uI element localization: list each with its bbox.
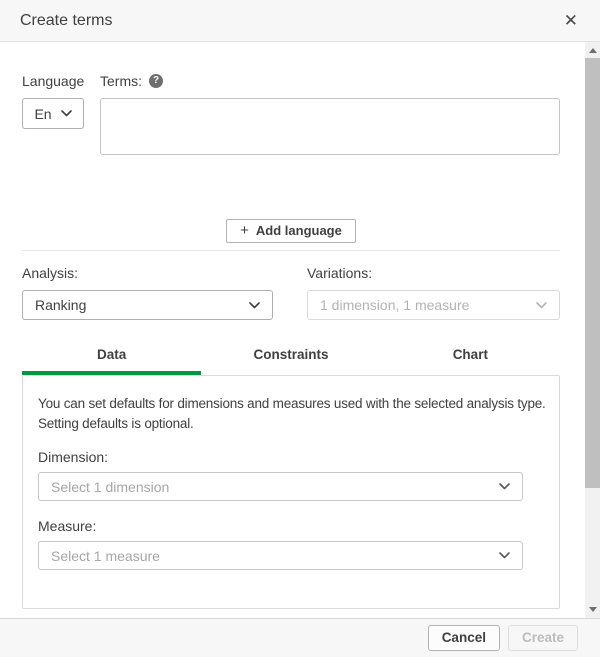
content-inner: Language Terms: ? En + Add language — [0, 42, 600, 609]
dialog-header: Create terms ✕ — [0, 0, 600, 42]
language-terms-labels-row: Language Terms: ? — [22, 73, 560, 89]
add-language-wrap: + Add language — [22, 219, 560, 243]
dimension-label: Dimension: — [38, 449, 544, 465]
create-terms-dialog: Create terms ✕ Language Terms: ? En — [0, 0, 600, 657]
triangle-down-icon — [589, 607, 597, 612]
vertical-scrollbar — [585, 42, 600, 618]
variations-field: Variations: 1 dimension, 1 measure — [307, 265, 560, 320]
scrollbar-thumb[interactable] — [585, 58, 600, 488]
scrollbar-up-arrow[interactable] — [585, 43, 600, 58]
variations-select-value: 1 dimension, 1 measure — [320, 297, 469, 313]
language-terms-controls-row: En — [22, 98, 560, 155]
language-select[interactable]: En — [22, 98, 84, 129]
defaults-description-line2: Setting defaults is optional. — [38, 414, 544, 434]
terms-label-group: Terms: ? — [100, 73, 163, 89]
dialog-title: Create terms — [20, 12, 112, 30]
analysis-field: Analysis: Ranking — [22, 265, 273, 320]
measure-select-placeholder: Select 1 measure — [51, 548, 160, 564]
chevron-down-icon — [536, 302, 547, 309]
scrollbar-down-arrow[interactable] — [585, 602, 600, 617]
dimension-select[interactable]: Select 1 dimension — [38, 472, 523, 501]
variations-label: Variations: — [307, 265, 560, 281]
plus-icon: + — [240, 223, 249, 238]
analysis-select-value: Ranking — [35, 297, 86, 313]
defaults-panel: You can set defaults for dimensions and … — [22, 375, 560, 609]
help-icon[interactable]: ? — [149, 74, 163, 88]
tab-data[interactable]: Data — [22, 347, 201, 375]
analysis-variations-row: Analysis: Ranking Variations: 1 dimensio… — [22, 265, 560, 320]
measure-select[interactable]: Select 1 measure — [38, 541, 523, 570]
cancel-button[interactable]: Cancel — [428, 625, 500, 651]
variations-select: 1 dimension, 1 measure — [307, 290, 560, 320]
chevron-down-icon — [61, 110, 72, 117]
analysis-label: Analysis: — [22, 265, 273, 281]
language-select-value: En — [34, 106, 51, 122]
tab-bar: Data Constraints Chart — [22, 347, 560, 375]
dialog-footer: Cancel Create — [0, 618, 600, 657]
chevron-down-icon — [249, 302, 260, 309]
measure-label: Measure: — [38, 518, 544, 534]
dimension-select-placeholder: Select 1 dimension — [51, 479, 169, 495]
tab-chart[interactable]: Chart — [381, 347, 560, 375]
add-language-button[interactable]: + Add language — [226, 219, 356, 243]
tab-constraints[interactable]: Constraints — [201, 347, 380, 375]
chevron-down-icon — [499, 552, 510, 559]
section-divider — [22, 250, 560, 251]
language-label: Language — [22, 73, 100, 89]
add-language-label: Add language — [256, 223, 342, 238]
terms-input[interactable] — [100, 98, 560, 155]
create-button[interactable]: Create — [508, 625, 578, 651]
terms-label: Terms: — [100, 73, 142, 89]
triangle-up-icon — [589, 48, 597, 53]
defaults-description-line1: You can set defaults for dimensions and … — [38, 394, 544, 414]
dialog-content: Language Terms: ? En + Add language — [0, 42, 600, 618]
close-icon[interactable]: ✕ — [562, 10, 580, 31]
analysis-select[interactable]: Ranking — [22, 290, 273, 320]
chevron-down-icon — [499, 483, 510, 490]
